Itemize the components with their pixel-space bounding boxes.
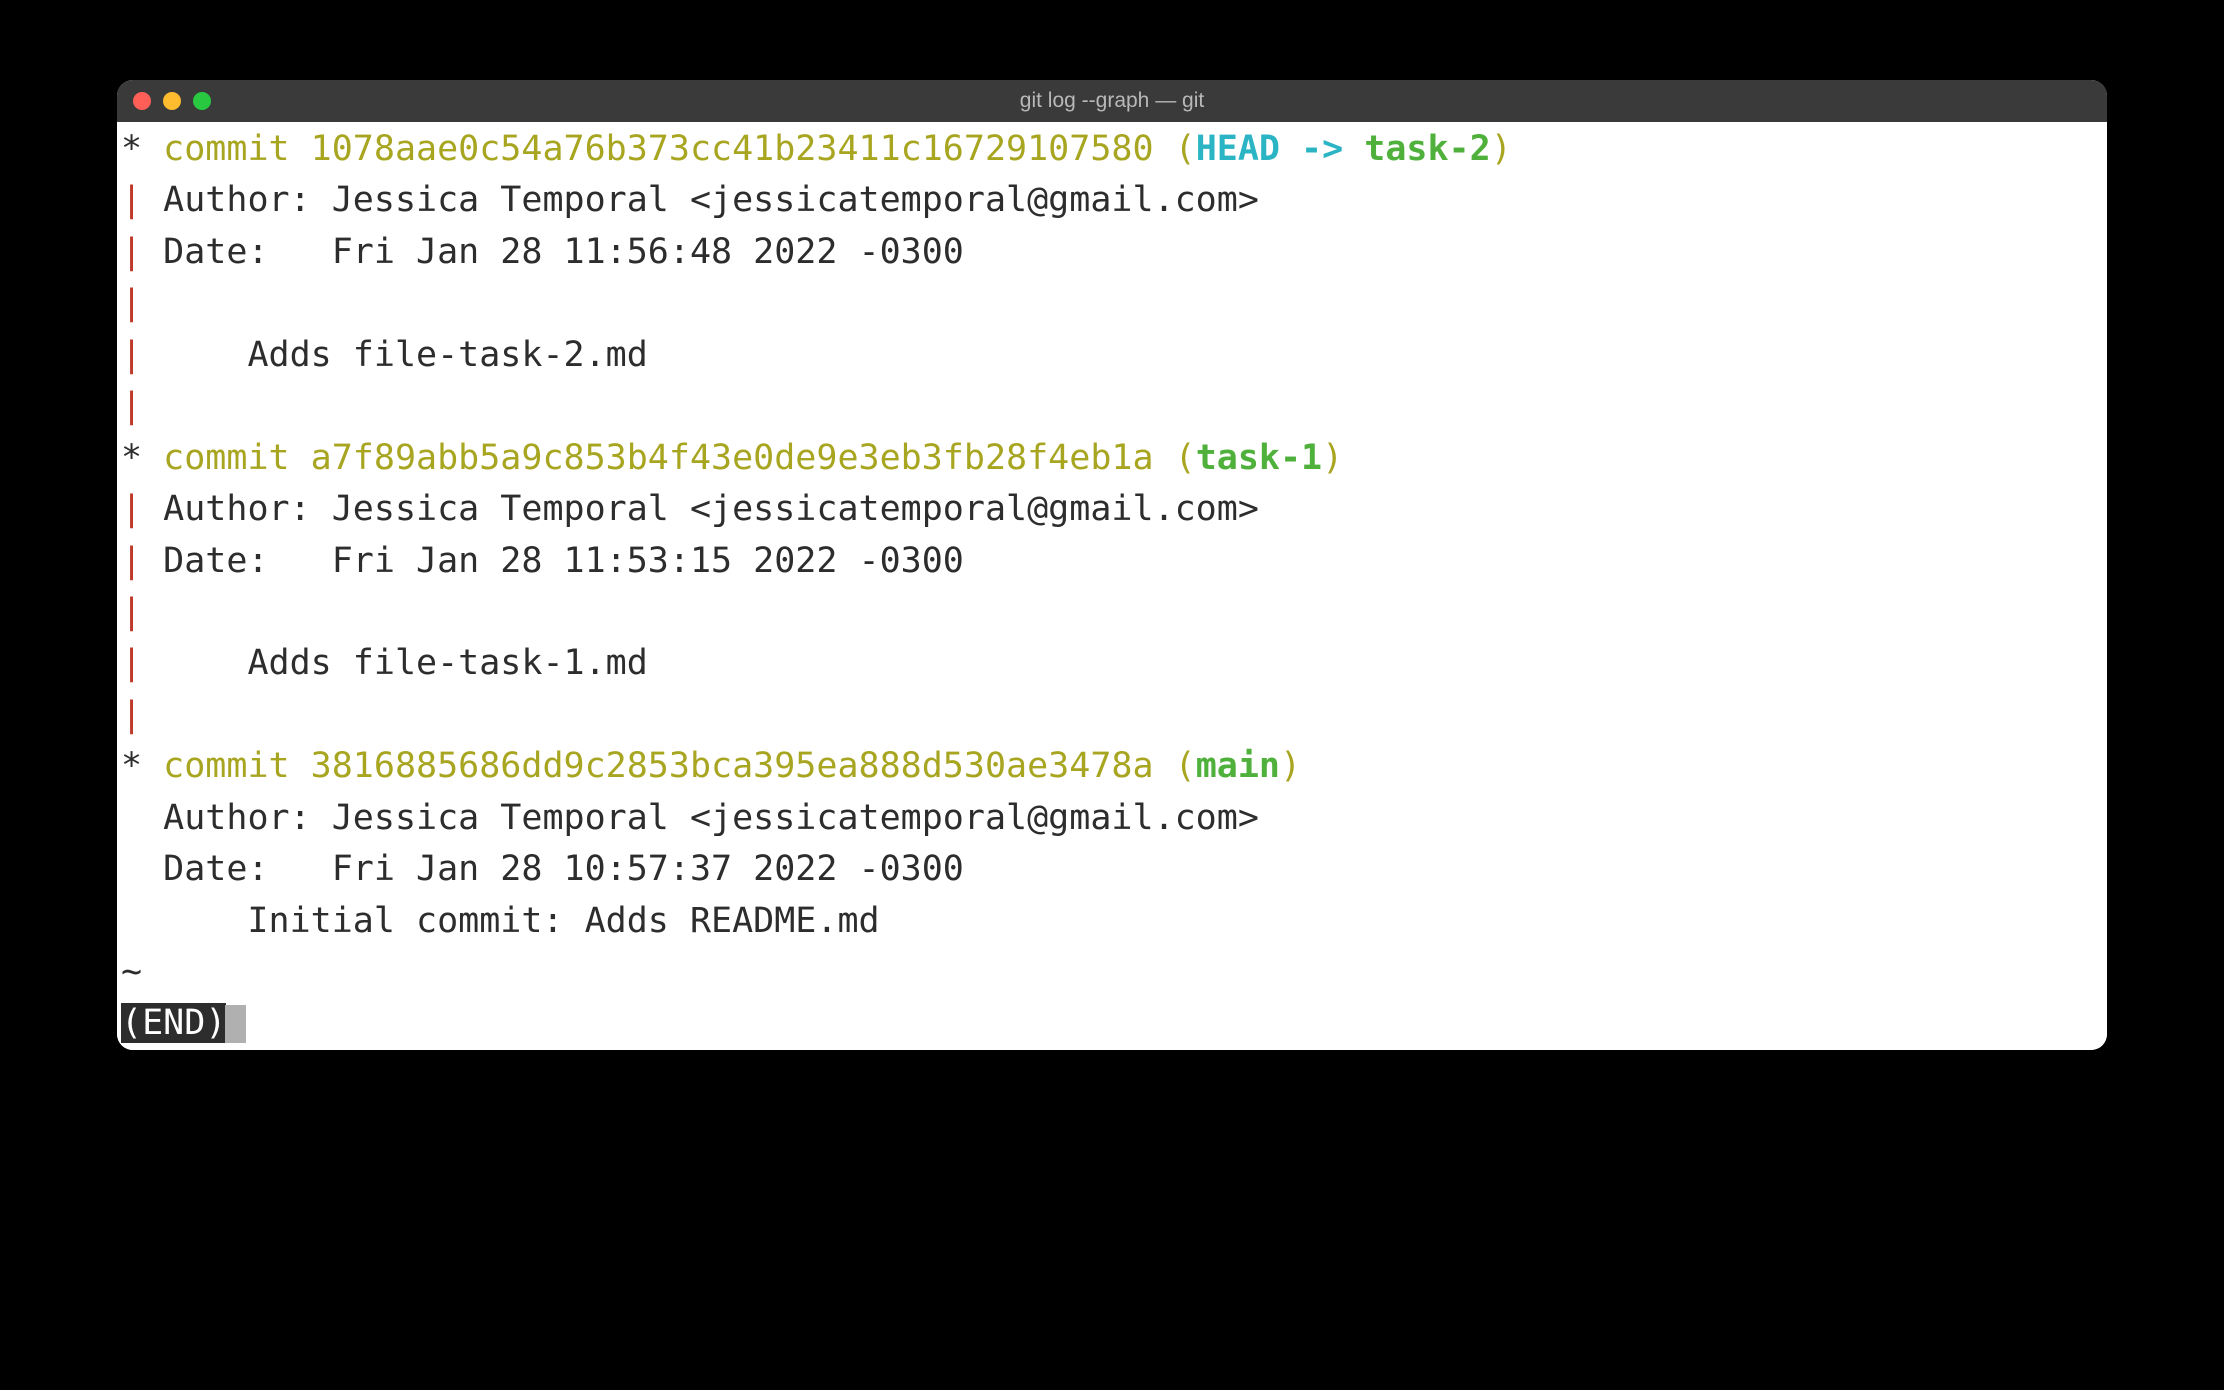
commit-hash: commit 3816885686dd9c2853bca395ea888d530… — [163, 746, 1174, 786]
author-line: Author: Jessica Temporal <jessicatempora… — [121, 793, 2103, 844]
ref-paren-close: ) — [1280, 746, 1301, 786]
graph-pipe: | — [121, 541, 163, 581]
message-line: Initial commit: Adds README.md — [121, 896, 2103, 947]
ref-paren-close: ) — [1322, 438, 1343, 478]
graph-pipe: | — [121, 695, 142, 735]
ref-paren-open: ( — [1175, 129, 1196, 169]
commit-line: * commit 3816885686dd9c2853bca395ea888d5… — [121, 741, 2103, 792]
author-line: | Author: Jessica Temporal <jessicatempo… — [121, 484, 2103, 535]
titlebar[interactable]: git log --graph — git — [117, 80, 2107, 122]
graph-pipe: | — [121, 232, 163, 272]
author-text: Author: Jessica Temporal <jessicatempora… — [163, 489, 1259, 529]
commit-message: Adds file-task-2.md — [163, 335, 648, 375]
blank-line: | — [121, 278, 2103, 329]
blank-line: | — [121, 381, 2103, 432]
ref-paren-open: ( — [1175, 746, 1196, 786]
date-line: Date: Fri Jan 28 10:57:37 2022 -0300 — [121, 844, 2103, 895]
message-line: | Adds file-task-1.md — [121, 638, 2103, 689]
graph-pipe: | — [121, 180, 163, 220]
pager-end: (END) — [121, 1003, 226, 1043]
branch-ref: main — [1196, 746, 1280, 786]
minimize-icon[interactable] — [163, 92, 181, 110]
date-line: | Date: Fri Jan 28 11:56:48 2022 -0300 — [121, 227, 2103, 278]
ref-paren-open: ( — [1175, 438, 1196, 478]
graph-pipe: | — [121, 335, 163, 375]
close-icon[interactable] — [133, 92, 151, 110]
cursor-icon — [225, 1005, 245, 1044]
date-line: | Date: Fri Jan 28 11:53:15 2022 -0300 — [121, 536, 2103, 587]
head-ref: HEAD -> — [1196, 129, 1365, 169]
graph-pipe: | — [121, 592, 142, 632]
commit-message: Adds file-task-1.md — [163, 643, 648, 683]
blank-line: | — [121, 690, 2103, 741]
commit-hash: commit a7f89abb5a9c853b4f43e0de9e3eb3fb2… — [163, 438, 1174, 478]
terminal-output[interactable]: * commit 1078aae0c54a76b373cc41b23411c16… — [117, 122, 2107, 1050]
date-text: Date: Fri Jan 28 11:53:15 2022 -0300 — [163, 541, 964, 581]
message-line: | Adds file-task-2.md — [121, 330, 2103, 381]
ref-paren-close: ) — [1491, 129, 1512, 169]
branch-ref: task-1 — [1196, 438, 1322, 478]
commit-line: * commit 1078aae0c54a76b373cc41b23411c16… — [121, 124, 2103, 175]
traffic-lights — [133, 92, 211, 110]
terminal-window: git log --graph — git * commit 1078aae0c… — [117, 80, 2107, 1050]
graph-indent — [121, 798, 163, 838]
graph-indent — [121, 849, 163, 889]
graph-star: * — [121, 746, 163, 786]
date-text: Date: Fri Jan 28 11:56:48 2022 -0300 — [163, 232, 964, 272]
author-text: Author: Jessica Temporal <jessicatempora… — [163, 798, 1259, 838]
graph-pipe: | — [121, 386, 142, 426]
pager-end-line: (END) — [121, 998, 2103, 1049]
window-title: git log --graph — git — [1020, 89, 1204, 113]
commit-hash: commit 1078aae0c54a76b373cc41b23411c1672… — [163, 129, 1174, 169]
branch-ref: task-2 — [1364, 129, 1490, 169]
blank-line: | — [121, 587, 2103, 638]
commit-line: * commit a7f89abb5a9c853b4f43e0de9e3eb3f… — [121, 433, 2103, 484]
maximize-icon[interactable] — [193, 92, 211, 110]
author-line: | Author: Jessica Temporal <jessicatempo… — [121, 175, 2103, 226]
graph-star: * — [121, 438, 163, 478]
pager-tilde: ~ — [121, 947, 2103, 998]
graph-pipe: | — [121, 283, 142, 323]
date-text: Date: Fri Jan 28 10:57:37 2022 -0300 — [163, 849, 964, 889]
graph-star: * — [121, 129, 163, 169]
graph-pipe: | — [121, 643, 163, 683]
author-text: Author: Jessica Temporal <jessicatempora… — [163, 180, 1259, 220]
commit-message: Initial commit: Adds README.md — [121, 901, 880, 941]
graph-pipe: | — [121, 489, 163, 529]
